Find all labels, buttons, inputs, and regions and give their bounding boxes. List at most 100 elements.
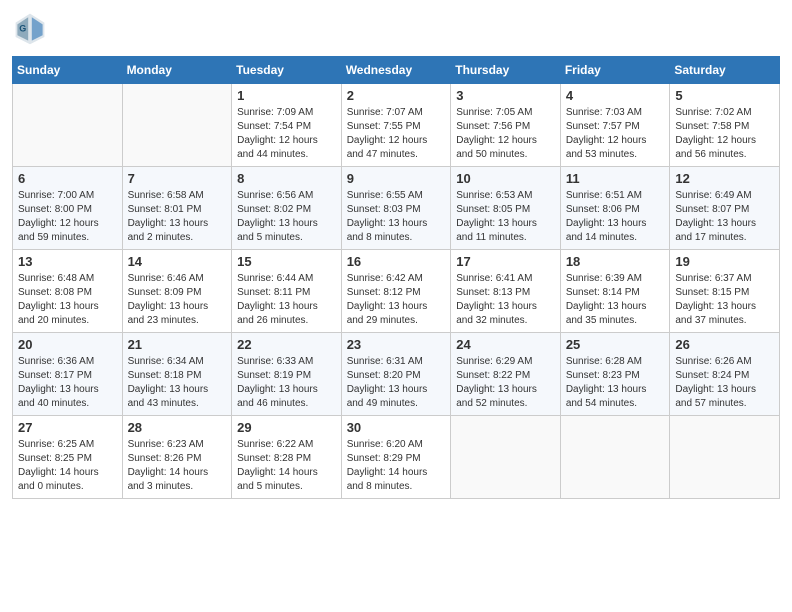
day-info: Sunrise: 6:25 AM Sunset: 8:25 PM Dayligh…: [18, 438, 117, 494]
day-info: Sunrise: 6:41 AM Sunset: 8:13 PM Dayligh…: [456, 272, 555, 328]
day-number: 27: [18, 420, 117, 435]
day-number: 6: [18, 171, 117, 186]
day-number: 2: [347, 88, 446, 103]
calendar-week-row: 6 Sunrise: 7:00 AM Sunset: 8:00 PM Daylig…: [13, 167, 780, 250]
calendar-cell: 4 Sunrise: 7:03 AM Sunset: 7:57 PM Daylig…: [560, 84, 670, 167]
calendar-cell: 6 Sunrise: 7:00 AM Sunset: 8:00 PM Daylig…: [13, 167, 123, 250]
weekday-header-monday: Monday: [122, 57, 232, 84]
day-number: 9: [347, 171, 446, 186]
day-number: 26: [675, 337, 774, 352]
calendar-cell: 8Sunrise: 6:56 AM Sunset: 8:02 PM Daylig…: [232, 167, 342, 250]
day-info: Sunrise: 6:55 AM Sunset: 8:03 PM Dayligh…: [347, 189, 446, 245]
day-info: Sunrise: 6:37 AM Sunset: 8:15 PM Dayligh…: [675, 272, 774, 328]
calendar-cell: [451, 416, 561, 499]
day-info: Sunrise: 7:05 AM Sunset: 7:56 PM Dayligh…: [456, 106, 555, 162]
day-number: 4: [566, 88, 665, 103]
day-info: Sunrise: 6:31 AM Sunset: 8:20 PM Dayligh…: [347, 355, 446, 411]
calendar-week-row: 27 Sunrise: 6:25 AM Sunset: 8:25 PM Dayli…: [13, 416, 780, 499]
day-number: 23: [347, 337, 446, 352]
weekday-header-tuesday: Tuesday: [232, 57, 342, 84]
header: G: [12, 10, 780, 46]
calendar-week-row: 20 Sunrise: 6:36 AM Sunset: 8:17 PM Dayli…: [13, 333, 780, 416]
weekday-header-saturday: Saturday: [670, 57, 780, 84]
day-info: Sunrise: 6:26 AM Sunset: 8:24 PM Dayligh…: [675, 355, 774, 411]
day-info: Sunrise: 6:44 AM Sunset: 8:11 PM Dayligh…: [237, 272, 336, 328]
calendar-cell: 16 Sunrise: 6:42 AM Sunset: 8:12 PM Dayli…: [341, 250, 451, 333]
day-info: Sunrise: 7:03 AM Sunset: 7:57 PM Dayligh…: [566, 106, 665, 162]
day-info: Sunrise: 6:49 AM Sunset: 8:07 PM Dayligh…: [675, 189, 774, 245]
calendar-cell: [13, 84, 123, 167]
weekday-header-thursday: Thursday: [451, 57, 561, 84]
calendar-table: SundayMondayTuesdayWednesdayThursdayFrid…: [12, 56, 780, 499]
day-info: Sunrise: 6:42 AM Sunset: 8:12 PM Dayligh…: [347, 272, 446, 328]
calendar-week-row: 13 Sunrise: 6:48 AM Sunset: 8:08 PM Dayli…: [13, 250, 780, 333]
calendar-cell: [122, 84, 232, 167]
calendar-cell: 11Sunrise: 6:51 AM Sunset: 8:06 PM Dayli…: [560, 167, 670, 250]
day-number: 15: [237, 254, 336, 269]
calendar-cell: 15 Sunrise: 6:44 AM Sunset: 8:11 PM Dayli…: [232, 250, 342, 333]
day-number: 12: [675, 171, 774, 186]
weekday-header-row: SundayMondayTuesdayWednesdayThursdayFrid…: [13, 57, 780, 84]
day-number: 18: [566, 254, 665, 269]
logo: G: [12, 10, 52, 46]
calendar-cell: 9 Sunrise: 6:55 AM Sunset: 8:03 PM Daylig…: [341, 167, 451, 250]
calendar-cell: 24 Sunrise: 6:29 AM Sunset: 8:22 PM Dayli…: [451, 333, 561, 416]
day-number: 20: [18, 337, 117, 352]
day-info: Sunrise: 6:29 AM Sunset: 8:22 PM Dayligh…: [456, 355, 555, 411]
calendar-cell: 29 Sunrise: 6:22 AM Sunset: 8:28 PM Dayli…: [232, 416, 342, 499]
calendar-cell: 1 Sunrise: 7:09 AM Sunset: 7:54 PM Daylig…: [232, 84, 342, 167]
calendar-cell: 5 Sunrise: 7:02 AM Sunset: 7:58 PM Daylig…: [670, 84, 780, 167]
day-info: Sunrise: 7:09 AM Sunset: 7:54 PM Dayligh…: [237, 106, 336, 162]
calendar-cell: 13 Sunrise: 6:48 AM Sunset: 8:08 PM Dayli…: [13, 250, 123, 333]
day-number: 1: [237, 88, 336, 103]
day-number: 21: [128, 337, 227, 352]
day-info: Sunrise: 7:00 AM Sunset: 8:00 PM Dayligh…: [18, 189, 117, 245]
calendar-cell: 20 Sunrise: 6:36 AM Sunset: 8:17 PM Dayli…: [13, 333, 123, 416]
day-info: Sunrise: 6:46 AM Sunset: 8:09 PM Dayligh…: [128, 272, 227, 328]
day-info: Sunrise: 6:20 AM Sunset: 8:29 PM Dayligh…: [347, 438, 446, 494]
calendar-cell: 21 Sunrise: 6:34 AM Sunset: 8:18 PM Dayli…: [122, 333, 232, 416]
calendar-cell: [670, 416, 780, 499]
day-info: Sunrise: 6:34 AM Sunset: 8:18 PM Dayligh…: [128, 355, 227, 411]
day-number: 11: [566, 171, 665, 186]
day-info: Sunrise: 7:02 AM Sunset: 7:58 PM Dayligh…: [675, 106, 774, 162]
weekday-header-friday: Friday: [560, 57, 670, 84]
calendar-cell: 10Sunrise: 6:53 AM Sunset: 8:05 PM Dayli…: [451, 167, 561, 250]
calendar-cell: 17Sunrise: 6:41 AM Sunset: 8:13 PM Dayli…: [451, 250, 561, 333]
calendar-cell: 27 Sunrise: 6:25 AM Sunset: 8:25 PM Dayli…: [13, 416, 123, 499]
day-number: 30: [347, 420, 446, 435]
calendar-week-row: 1 Sunrise: 7:09 AM Sunset: 7:54 PM Daylig…: [13, 84, 780, 167]
day-number: 14: [128, 254, 227, 269]
day-number: 25: [566, 337, 665, 352]
day-info: Sunrise: 6:48 AM Sunset: 8:08 PM Dayligh…: [18, 272, 117, 328]
logo-icon: G: [12, 10, 48, 46]
calendar-cell: 22Sunrise: 6:33 AM Sunset: 8:19 PM Dayli…: [232, 333, 342, 416]
day-info: Sunrise: 6:22 AM Sunset: 8:28 PM Dayligh…: [237, 438, 336, 494]
calendar-cell: 28 Sunrise: 6:23 AM Sunset: 8:26 PM Dayli…: [122, 416, 232, 499]
day-number: 5: [675, 88, 774, 103]
calendar-cell: 26 Sunrise: 6:26 AM Sunset: 8:24 PM Dayli…: [670, 333, 780, 416]
calendar-cell: 12 Sunrise: 6:49 AM Sunset: 8:07 PM Dayli…: [670, 167, 780, 250]
calendar-cell: 3Sunrise: 7:05 AM Sunset: 7:56 PM Daylig…: [451, 84, 561, 167]
day-number: 16: [347, 254, 446, 269]
day-number: 13: [18, 254, 117, 269]
day-number: 28: [128, 420, 227, 435]
day-info: Sunrise: 6:58 AM Sunset: 8:01 PM Dayligh…: [128, 189, 227, 245]
day-number: 22: [237, 337, 336, 352]
day-info: Sunrise: 7:07 AM Sunset: 7:55 PM Dayligh…: [347, 106, 446, 162]
page-container: G SundayMondayTuesdayWednesdayThursdayFr…: [0, 0, 792, 509]
day-number: 24: [456, 337, 555, 352]
calendar-cell: 18Sunrise: 6:39 AM Sunset: 8:14 PM Dayli…: [560, 250, 670, 333]
day-number: 8: [237, 171, 336, 186]
day-info: Sunrise: 6:23 AM Sunset: 8:26 PM Dayligh…: [128, 438, 227, 494]
calendar-cell: 23 Sunrise: 6:31 AM Sunset: 8:20 PM Dayli…: [341, 333, 451, 416]
calendar-cell: 30 Sunrise: 6:20 AM Sunset: 8:29 PM Dayli…: [341, 416, 451, 499]
day-number: 7: [128, 171, 227, 186]
day-info: Sunrise: 6:28 AM Sunset: 8:23 PM Dayligh…: [566, 355, 665, 411]
day-info: Sunrise: 6:36 AM Sunset: 8:17 PM Dayligh…: [18, 355, 117, 411]
calendar-cell: 25 Sunrise: 6:28 AM Sunset: 8:23 PM Dayli…: [560, 333, 670, 416]
calendar-cell: [560, 416, 670, 499]
weekday-header-sunday: Sunday: [13, 57, 123, 84]
day-number: 10: [456, 171, 555, 186]
day-number: 29: [237, 420, 336, 435]
